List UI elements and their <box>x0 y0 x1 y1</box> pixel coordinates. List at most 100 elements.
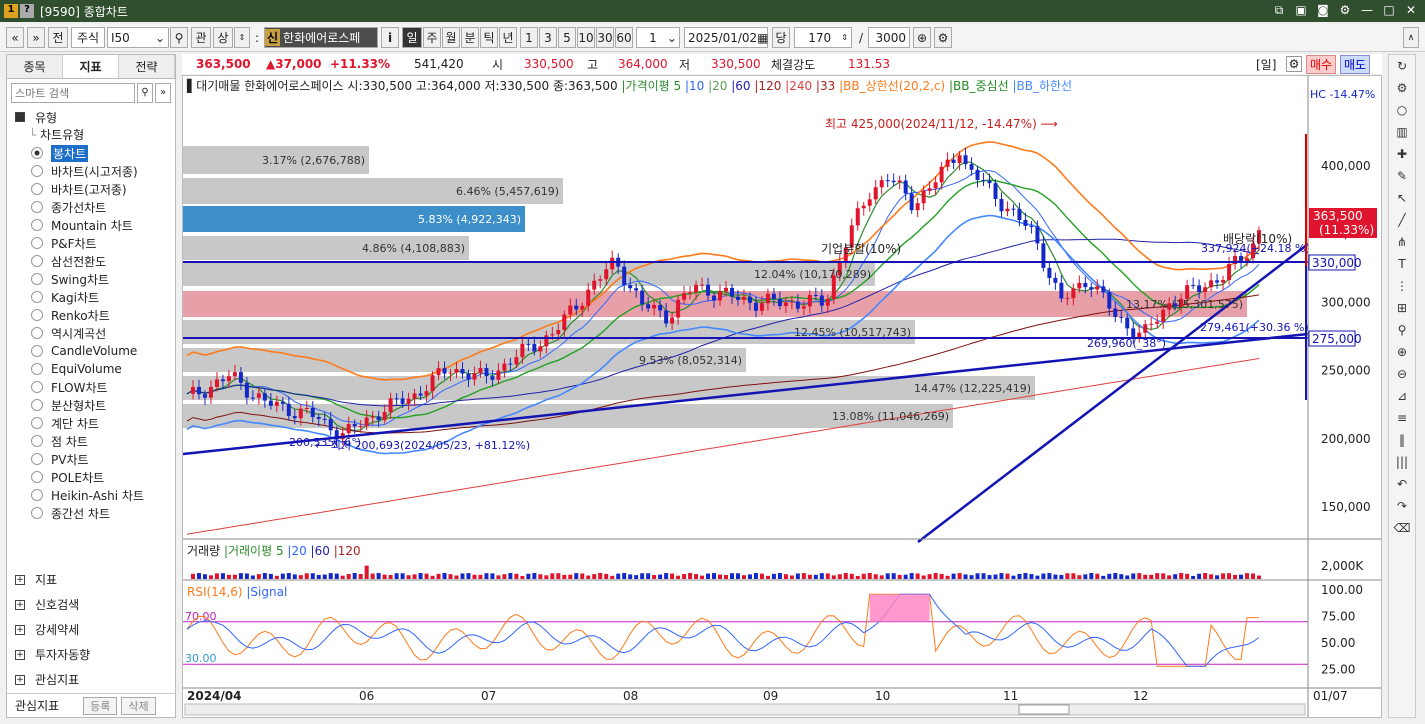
redo-icon[interactable]: ↷ <box>1389 495 1415 517</box>
calendar-icon[interactable]: ▦ <box>757 31 768 45</box>
chart-type-item[interactable]: 바차트(고저종) <box>7 180 175 198</box>
chart-type-item[interactable]: 점 차트 <box>7 432 175 450</box>
interval-10[interactable]: 10 <box>577 27 595 48</box>
period-week[interactable]: 주 <box>423 27 441 48</box>
cursor-icon[interactable]: ↖ <box>1389 187 1415 209</box>
tree-sub-header[interactable]: └ 차트유형 <box>7 127 175 144</box>
all-button[interactable]: 전 <box>48 27 68 48</box>
chart-canvas[interactable]: ▌대기매물 한화에어로스페이스 시:330,500 고:364,000 저:33… <box>183 76 1381 717</box>
undo-icon[interactable]: ↶ <box>1389 473 1415 495</box>
interval-3[interactable]: 3 <box>539 27 557 48</box>
crosshair-icon[interactable]: ✚ <box>1389 143 1415 165</box>
chart-type-item[interactable]: 종간선 차트 <box>7 504 175 522</box>
gear-icon[interactable]: ⚙ <box>1389 77 1415 99</box>
radio-icon[interactable] <box>31 183 43 195</box>
radio-icon[interactable] <box>31 219 43 231</box>
expand-icon[interactable]: + <box>15 624 25 635</box>
interval-60[interactable]: 60 <box>615 27 633 48</box>
close-icon[interactable]: ✕ <box>1403 3 1419 19</box>
search-icon[interactable]: ⚲ <box>137 83 153 103</box>
scroll-up-icon[interactable]: ∧ <box>1403 27 1419 48</box>
radio-icon[interactable] <box>31 309 43 321</box>
expand-icon[interactable]: + <box>15 574 25 585</box>
next-button[interactable]: » <box>27 27 45 48</box>
section-item[interactable]: + 지표 <box>7 567 175 592</box>
candle-icon[interactable]: ⊞ <box>1389 297 1415 319</box>
radio-icon[interactable] <box>31 453 43 465</box>
zoom-out-icon[interactable]: ⊖ <box>1389 363 1415 385</box>
zoom-icon[interactable]: ⊕ <box>913 27 931 48</box>
today-button[interactable]: 당 <box>772 27 790 48</box>
expand-icon[interactable]: + <box>15 649 25 660</box>
sang-button[interactable]: 상 <box>213 27 233 48</box>
radio-icon[interactable] <box>31 507 43 519</box>
tab-strategy[interactable]: 전략 <box>119 55 175 78</box>
gear-icon[interactable]: ⚙ <box>1286 56 1302 72</box>
search-icon[interactable]: ⚲ <box>1389 319 1415 341</box>
search-icon[interactable]: ⚲ <box>170 27 188 48</box>
watch-button[interactable]: 관 <box>191 27 211 48</box>
chart-type-item[interactable]: CandleVolume <box>7 342 175 360</box>
search-input[interactable] <box>11 83 135 103</box>
fibonacci-icon[interactable]: ⋔ <box>1389 231 1415 253</box>
interval-5[interactable]: 5 <box>558 27 576 48</box>
count-input[interactable]: 170 ⇕ <box>794 27 852 48</box>
grid-icon[interactable]: ≡ <box>1389 407 1415 429</box>
radio-icon[interactable] <box>31 345 43 357</box>
prev-button[interactable]: « <box>6 27 24 48</box>
info-button[interactable]: i <box>381 27 399 48</box>
radio-icon[interactable] <box>31 471 43 483</box>
radio-icon[interactable] <box>31 237 43 249</box>
radio-icon[interactable] <box>31 291 43 303</box>
chevron-down-icon[interactable]: ⌄ <box>667 31 677 45</box>
radio-icon[interactable] <box>31 201 43 213</box>
radio-icon[interactable] <box>31 363 43 375</box>
section-item[interactable]: + 관심지표 <box>7 667 175 692</box>
bars-icon[interactable]: ‖ <box>1389 429 1415 451</box>
total-input[interactable]: 3000 <box>868 27 910 48</box>
unit-input[interactable]: 1 ⌄ <box>636 27 680 48</box>
text-icon[interactable]: T <box>1389 253 1415 275</box>
radio-icon[interactable] <box>31 165 43 177</box>
chart-type-item[interactable]: P&F차트 <box>7 234 175 252</box>
expand-icon[interactable]: + <box>15 599 25 610</box>
line-icon[interactable]: ╱ <box>1389 209 1415 231</box>
tree-header[interactable]: 유형 <box>7 107 175 127</box>
section-item[interactable]: + 신호검색 <box>7 592 175 617</box>
ruler-icon[interactable]: ⊿ <box>1389 385 1415 407</box>
zoom-in-icon[interactable]: ⊕ <box>1389 341 1415 363</box>
chart-type-item[interactable]: Kagi차트 <box>7 288 175 306</box>
settings-icon[interactable]: ⚙ <box>1337 3 1353 19</box>
radio-icon[interactable] <box>31 381 43 393</box>
columns-icon[interactable]: ||| <box>1389 451 1415 473</box>
pen-icon[interactable]: ✎ <box>1389 165 1415 187</box>
chart-icon[interactable]: ▥ <box>1389 121 1415 143</box>
register-button[interactable]: 등록 <box>83 696 118 715</box>
delete-button[interactable]: 삭제 <box>121 696 156 715</box>
tab-indicator[interactable]: 지표 <box>63 55 119 78</box>
chart-type-item[interactable]: FLOW차트 <box>7 378 175 396</box>
chart-type-item[interactable]: Heikin-Ashi 차트 <box>7 486 175 504</box>
spin-icon[interactable]: ⇕ <box>234 27 250 48</box>
minimize-icon[interactable]: — <box>1359 3 1375 19</box>
erase-icon[interactable]: ⌫ <box>1389 517 1415 539</box>
market-select[interactable]: 주식 <box>71 27 105 48</box>
radio-icon[interactable] <box>31 255 43 267</box>
chart-type-item[interactable]: EquiVolume <box>7 360 175 378</box>
help-icon[interactable]: ? <box>20 4 34 18</box>
interval-1[interactable]: 1 <box>520 27 538 48</box>
chart-type-item[interactable]: Mountain 차트 <box>7 216 175 234</box>
chart-area[interactable]: ▌대기매물 한화에어로스페이스 시:330,500 고:364,000 저:33… <box>182 75 1382 718</box>
chart-type-item[interactable]: 계단 차트 <box>7 414 175 432</box>
radio-icon[interactable] <box>31 327 43 339</box>
radio-icon[interactable] <box>31 489 43 501</box>
chart-type-item[interactable]: PV차트 <box>7 450 175 468</box>
period-minute[interactable]: 분 <box>461 27 479 48</box>
chevron-down-icon[interactable]: ⌄ <box>155 31 165 45</box>
chart-type-item[interactable]: 분산형차트 <box>7 396 175 414</box>
pattern-icon[interactable]: ⋮ <box>1389 275 1415 297</box>
chart-type-item[interactable]: 바차트(시고저종) <box>7 162 175 180</box>
code-input[interactable]: I50 ⌄ <box>107 27 169 48</box>
maximize-icon[interactable]: □ <box>1381 3 1397 19</box>
spin-icon[interactable]: ⇕ <box>841 33 848 42</box>
